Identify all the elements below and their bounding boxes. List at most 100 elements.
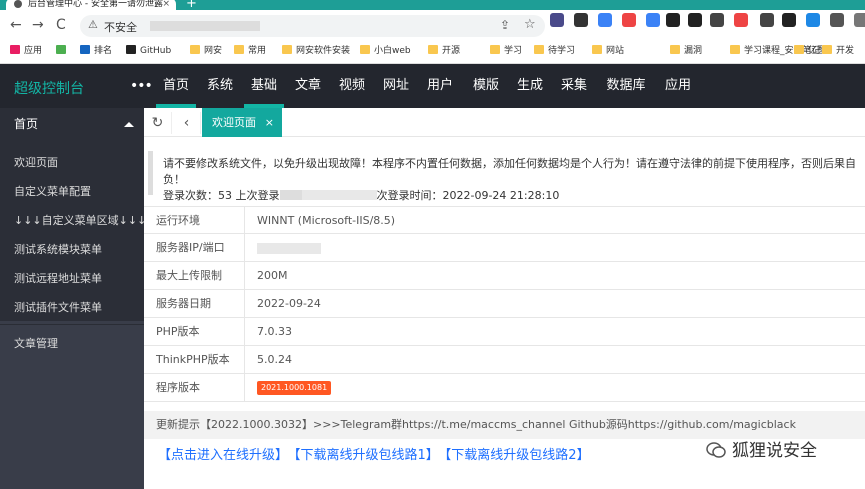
share-icon[interactable]: ⇪	[500, 18, 510, 32]
sidebar-item-custom-menu-config[interactable]: 自定义菜单配置	[14, 183, 91, 199]
top-menu-item[interactable]: 用户	[420, 64, 460, 108]
browser-tab[interactable]: 后台管理中心 - 安全第一请勿泄露 ×	[6, 0, 176, 10]
sidebar-item-article-manage[interactable]: 文章管理	[14, 335, 58, 351]
top-menu-item[interactable]: 模版	[464, 64, 508, 108]
table-value: WINNT (Microsoft-IIS/8.5)	[257, 214, 396, 227]
redacted-ip	[301, 190, 377, 200]
warning-icon: ⚠	[88, 18, 98, 31]
bookmark-item[interactable]: GitHub	[126, 45, 171, 57]
address-bar[interactable]: ⚠ 不安全 ⇪ ☆	[80, 15, 545, 37]
bookmark-item[interactable]: 网安	[190, 45, 222, 57]
extension-icon[interactable]	[688, 13, 702, 27]
extension-icon[interactable]	[806, 13, 820, 27]
bookmarks-bar: 应用 排名 GitHub 网安 常用 网安软件安装 小白web 开源 学习 待学习 网站 漏洞 学习课程…	[0, 40, 865, 64]
bookmark-item[interactable]: 排名	[80, 45, 112, 57]
reload-button[interactable]: C	[56, 16, 66, 34]
table-row: 服务器日期 2022-09-24	[144, 290, 865, 318]
extension-icon[interactable]	[550, 13, 564, 27]
new-tab-button[interactable]: +	[186, 0, 197, 10]
tab-welcome[interactable]: 欢迎页面 ×	[202, 108, 282, 137]
extension-icon[interactable]	[622, 13, 636, 27]
table-row: ThinkPHP版本 5.0.24	[144, 346, 865, 374]
extension-icon[interactable]	[598, 13, 612, 27]
bookmark-item[interactable]: 开源	[428, 45, 460, 57]
bookmark-item[interactable]: 待学习	[534, 45, 575, 57]
top-menu-item[interactable]: 基础	[244, 64, 284, 108]
top-menu-item[interactable]: 首页	[156, 64, 196, 108]
folder-icon	[592, 45, 602, 54]
offline-download-link-1[interactable]: 【下载离线升级包线路1】	[294, 448, 439, 463]
last-login-text: 次登录时间：2022-09-24 21:28:10	[376, 189, 560, 202]
bookmark-label: 开发	[836, 46, 855, 56]
extension-icon[interactable]	[710, 13, 724, 27]
top-menu-item[interactable]: 数据库	[600, 64, 652, 108]
folder-icon	[10, 45, 20, 54]
notice-box: 请不要修改系统文件，以免升级出现故障！本程序不内置任何数据，添加任何数据均是个人…	[148, 151, 865, 202]
table-label: 程序版本	[144, 374, 245, 402]
extension-icon[interactable]	[666, 13, 680, 27]
sidebar-item-custom-menu-area[interactable]: ↓↓↓自定义菜单区域↓↓↓	[14, 212, 146, 228]
top-menu-item[interactable]: 应用	[656, 64, 700, 108]
table-label: ThinkPHP版本	[144, 346, 245, 374]
table-value: 5.0.24	[257, 353, 292, 366]
top-menu-item[interactable]: 网址	[376, 64, 416, 108]
redacted-ip	[279, 190, 302, 200]
sidebar-item-test-plugin[interactable]: 测试插件文件菜单	[14, 299, 102, 315]
top-menu-item[interactable]: 系统	[200, 64, 240, 108]
sidebar-item-welcome[interactable]: 欢迎页面	[14, 154, 58, 170]
bookmark-item[interactable]: 开发	[822, 45, 854, 57]
online-upgrade-link[interactable]: 【点击进入在线升级】	[158, 448, 288, 463]
sidebar-item-test-system[interactable]: 测试系统模块菜单	[14, 241, 102, 257]
bookmark-item[interactable]: 常用	[234, 45, 266, 57]
folder-icon	[190, 45, 200, 54]
refresh-icon[interactable]: ↻	[144, 112, 172, 134]
bookmark-label: 漏洞	[684, 46, 703, 56]
sidebar-item-home[interactable]: 首页	[0, 108, 144, 141]
forward-button[interactable]: →	[32, 16, 44, 34]
site-favicon-icon	[14, 0, 22, 8]
version-badge: 2021.1000.1081	[257, 381, 332, 395]
wechat-icon	[706, 442, 726, 458]
extension-icon[interactable]	[854, 13, 865, 27]
table-label: 服务器IP/端口	[144, 234, 245, 262]
browser-tab-strip: 后台管理中心 - 安全第一请勿泄露 × +	[0, 0, 865, 10]
top-menu-item[interactable]: 生成	[510, 64, 550, 108]
watermark-text: 狐狸说安全	[732, 441, 817, 461]
more-menu-button[interactable]: •••	[130, 78, 153, 94]
table-label: 最大上传限制	[144, 262, 245, 290]
extension-icon[interactable]	[734, 13, 748, 27]
folder-icon	[534, 45, 544, 54]
watermark: 狐狸说安全	[706, 436, 817, 461]
sidebar-item-test-remote[interactable]: 测试远程地址菜单	[14, 270, 102, 286]
chevron-left-icon[interactable]: ‹	[173, 112, 201, 134]
bookmark-item[interactable]	[56, 45, 70, 57]
bookmark-item[interactable]: 小白web	[360, 45, 411, 57]
tab-close-icon[interactable]: ×	[162, 0, 170, 10]
bookmark-item[interactable]: 漏洞	[670, 45, 702, 57]
folder-icon	[80, 45, 90, 54]
bookmark-item[interactable]: 学习	[490, 45, 522, 57]
bookmark-star-icon[interactable]: ☆	[524, 17, 536, 32]
table-label: 服务器日期	[144, 290, 245, 318]
bookmark-label: 待学习	[548, 46, 576, 56]
bookmark-item[interactable]: 应用	[10, 45, 42, 57]
extension-icon[interactable]	[646, 13, 660, 27]
top-menu-item[interactable]: 视频	[332, 64, 372, 108]
table-value: 7.0.33	[257, 325, 292, 338]
browser-tab-title: 后台管理中心 - 安全第一请勿泄露	[28, 0, 163, 9]
bookmark-item[interactable]: 网站	[592, 45, 624, 57]
top-menu-item[interactable]: 采集	[554, 64, 594, 108]
notice-line-1: 请不要修改系统文件，以免升级出现故障！本程序不内置任何数据，添加任何数据均是个人…	[163, 157, 856, 186]
extension-icon[interactable]	[574, 13, 588, 27]
extension-icon[interactable]	[760, 13, 774, 27]
top-menu-item[interactable]: 文章	[288, 64, 328, 108]
folder-icon	[56, 45, 66, 54]
tab-close-icon[interactable]: ×	[265, 108, 274, 137]
bookmark-item[interactable]: 网安软件安装	[282, 45, 350, 57]
back-button[interactable]: ←	[10, 16, 22, 34]
offline-download-link-2[interactable]: 【下载离线升级包线路2】	[445, 448, 590, 463]
extension-icon[interactable]	[782, 13, 796, 27]
extension-icon[interactable]	[830, 13, 844, 27]
tab-welcome-label: 欢迎页面	[212, 116, 256, 129]
table-row: 服务器IP/端口	[144, 234, 865, 262]
